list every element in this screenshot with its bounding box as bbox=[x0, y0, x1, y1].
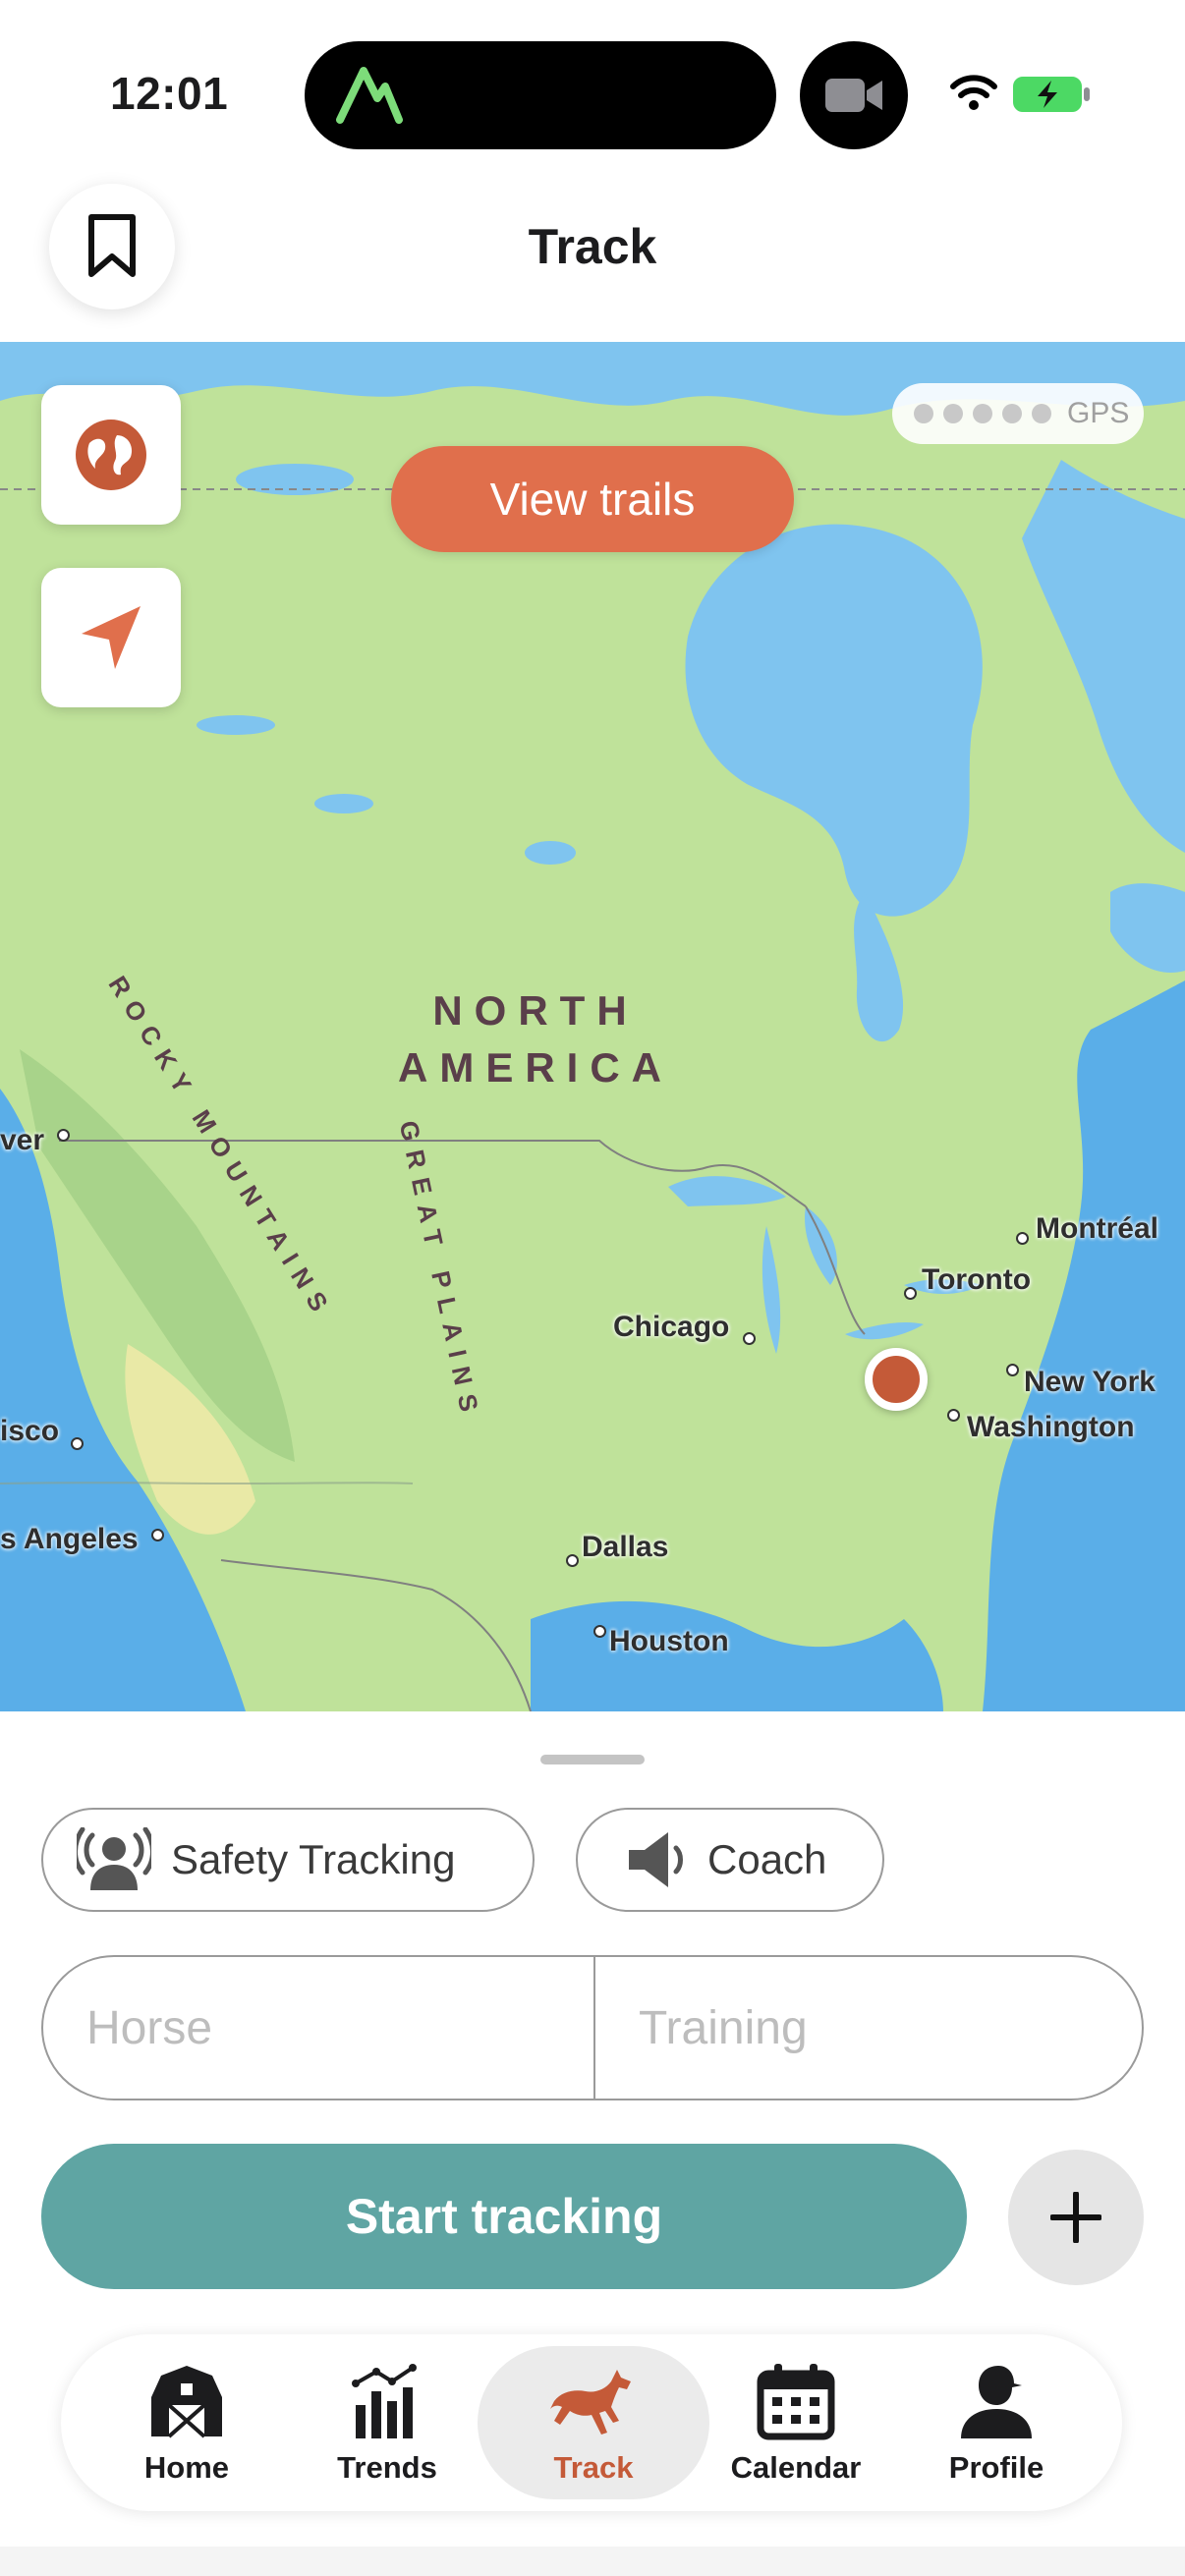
city-dot bbox=[947, 1409, 960, 1422]
city-dot bbox=[904, 1287, 917, 1300]
current-location-button[interactable] bbox=[41, 568, 181, 707]
city-dot bbox=[743, 1332, 756, 1345]
city-dot bbox=[593, 1625, 606, 1638]
continent-label-line1: NORTH bbox=[432, 987, 639, 1034]
status-time: 12:01 bbox=[110, 68, 229, 119]
continent-label-line2: AMERICA bbox=[398, 1044, 673, 1091]
city-label-los-angeles: s Angeles bbox=[0, 1523, 139, 1555]
calendar-icon bbox=[757, 2364, 835, 2440]
barn-icon bbox=[151, 2366, 222, 2438]
gps-signal-dot bbox=[973, 404, 992, 423]
globe-icon bbox=[76, 420, 146, 490]
person-broadcast-icon bbox=[77, 1827, 151, 1890]
tab-track[interactable]: Track bbox=[493, 2334, 694, 2511]
coach-label: Coach bbox=[707, 1836, 827, 1882]
wifi-icon bbox=[950, 75, 997, 110]
tab-calendar[interactable]: Calendar bbox=[696, 2334, 896, 2511]
city-label-san-francisco: isco bbox=[0, 1415, 60, 1447]
city-dot bbox=[566, 1554, 579, 1567]
city-dot bbox=[1006, 1364, 1019, 1376]
city-label-new-york: New York bbox=[1024, 1366, 1156, 1398]
page-title: Track bbox=[528, 219, 657, 274]
user-location-marker bbox=[865, 1348, 928, 1411]
city-dot bbox=[151, 1529, 164, 1541]
gps-signal-dot bbox=[943, 404, 963, 423]
safety-tracking-button[interactable]: Safety Tracking bbox=[41, 1808, 535, 1912]
tab-trends[interactable]: Trends bbox=[287, 2334, 487, 2511]
city-label-dallas: Dallas bbox=[582, 1531, 669, 1563]
camera-indicator bbox=[800, 41, 908, 149]
app-logo-icon bbox=[336, 67, 403, 124]
city-label-montreal: Montréal bbox=[1036, 1212, 1159, 1245]
dynamic-island bbox=[305, 41, 776, 149]
city-dot bbox=[57, 1129, 70, 1142]
continent-label: NORTH AMERICA bbox=[373, 982, 698, 1096]
tab-label: Home bbox=[143, 2450, 230, 2485]
video-camera-icon bbox=[825, 79, 882, 112]
person-cap-icon bbox=[961, 2366, 1032, 2438]
city-label-chicago: Chicago bbox=[613, 1311, 730, 1343]
tab-label: Track bbox=[553, 2450, 634, 2485]
plus-icon bbox=[1050, 2192, 1101, 2243]
gps-label: GPS bbox=[1067, 397, 1130, 429]
tab-bar: Home Trends Track Calendar Profile bbox=[61, 2334, 1122, 2511]
tab-label: Calendar bbox=[730, 2450, 862, 2485]
training-field[interactable] bbox=[595, 1957, 1142, 2099]
add-button[interactable] bbox=[1008, 2150, 1144, 2285]
tab-label: Profile bbox=[948, 2450, 1044, 2485]
city-label-houston: Houston bbox=[609, 1625, 729, 1657]
start-tracking-button[interactable]: Start tracking bbox=[41, 2144, 967, 2289]
bottom-safe-area bbox=[0, 2547, 1185, 2576]
tab-home[interactable]: Home bbox=[86, 2334, 287, 2511]
city-dot bbox=[71, 1437, 84, 1450]
gps-signal-dot bbox=[914, 404, 933, 423]
tab-profile[interactable]: Profile bbox=[896, 2334, 1097, 2511]
safety-tracking-label: Safety Tracking bbox=[171, 1836, 456, 1882]
city-label-toronto: Toronto bbox=[922, 1263, 1032, 1296]
gps-signal-indicator: GPS bbox=[892, 383, 1144, 444]
coach-button[interactable]: Coach bbox=[576, 1808, 884, 1912]
sheet-grabber[interactable] bbox=[540, 1755, 645, 1764]
view-trails-button[interactable]: View trails bbox=[391, 446, 794, 552]
tab-label: Trends bbox=[337, 2450, 437, 2485]
map-style-button[interactable] bbox=[41, 385, 181, 525]
gps-signal-dot bbox=[1002, 404, 1022, 423]
gps-signal-dot bbox=[1032, 404, 1051, 423]
city-dot bbox=[1016, 1232, 1029, 1245]
city-label-washington: Washington bbox=[967, 1411, 1135, 1443]
horse-training-selector bbox=[41, 1955, 1144, 2100]
bar-chart-icon bbox=[352, 2364, 417, 2438]
location-arrow-icon bbox=[82, 606, 141, 669]
speaker-icon bbox=[629, 1832, 683, 1887]
map-view[interactable]: GPS View trails NORTH AMERICA ROCKY MOUN… bbox=[0, 342, 1185, 1711]
horse-field[interactable] bbox=[43, 1957, 593, 2099]
city-label-vancouver: ver bbox=[0, 1124, 45, 1156]
horse-icon bbox=[550, 2370, 631, 2435]
battery-charging-icon bbox=[1013, 77, 1090, 112]
